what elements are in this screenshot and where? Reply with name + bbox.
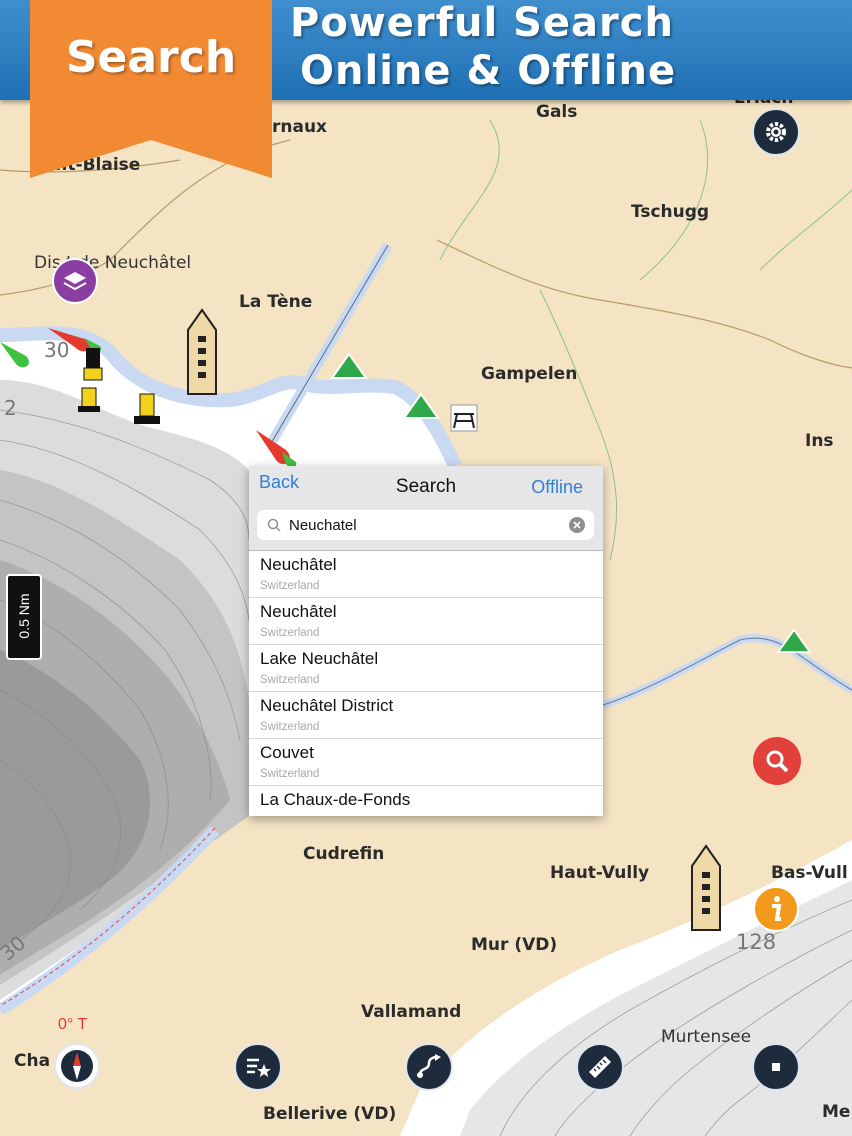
place-gampelen: Gampelen [481, 364, 578, 384]
search-results-list: Neuchâtel Switzerland Neuchâtel Switzerl… [249, 551, 603, 818]
result-country: Switzerland [260, 721, 320, 733]
map-search-button[interactable] [753, 737, 801, 785]
search-result-item[interactable]: Lake Neuchâtel Switzerland [249, 645, 603, 692]
layers-button[interactable] [52, 258, 98, 304]
place-la-tene: La Tène [239, 292, 313, 312]
place-bellerive: Bellerive (VD) [263, 1104, 397, 1124]
place-cornaux: rnaux [272, 117, 328, 137]
search-field[interactable] [257, 510, 594, 540]
compass-heading-label: 0° T [58, 1016, 88, 1033]
buoy-icon[interactable] [0, 338, 40, 374]
search-result-item[interactable]: Neuchâtel Switzerland [249, 598, 603, 645]
clear-icon[interactable] [569, 517, 585, 533]
favorites-button[interactable] [234, 1043, 282, 1091]
beacon-icon[interactable] [78, 348, 108, 416]
gear-icon [766, 122, 786, 142]
search-panel: Back Search Offline Neuchâtel Switzerlan… [249, 466, 603, 816]
stop-button[interactable] [752, 1043, 800, 1091]
campsite-icon[interactable] [402, 390, 440, 420]
scale-label: 0.5 Nm [16, 593, 32, 639]
buoy-icon[interactable] [256, 430, 300, 470]
result-name: Lake Neuchâtel [260, 649, 379, 668]
compass-button[interactable] [54, 1043, 100, 1089]
search-result-item[interactable]: Neuchâtel Switzerland [249, 551, 603, 598]
place-bas-vully: Bas-Vull [771, 863, 848, 883]
place-meyriez: Me [822, 1102, 851, 1122]
layers-icon [63, 272, 87, 291]
search-result-item[interactable]: Couvet Switzerland [249, 739, 603, 786]
place-chabrey: Cha [14, 1051, 51, 1071]
place-haut-vully: Haut-Vully [550, 863, 650, 883]
result-country: Switzerland [260, 580, 320, 592]
picnic-icon[interactable] [450, 404, 478, 432]
place-mur-vd: Mur (VD) [471, 935, 558, 955]
depth-label: 128 [736, 930, 777, 954]
measure-button[interactable] [576, 1043, 624, 1091]
campsite-icon[interactable] [776, 626, 812, 654]
info-icon [772, 896, 782, 921]
result-name: La Chaux-de-Fonds [260, 790, 411, 809]
compass-icon [61, 1050, 93, 1082]
route-icon [417, 1054, 441, 1078]
search-tag-ribbon [30, 0, 272, 178]
campsite-icon[interactable] [330, 350, 368, 380]
lighthouse-icon[interactable] [186, 308, 218, 398]
place-ins: Ins [805, 431, 834, 451]
route-button[interactable] [405, 1043, 453, 1091]
banner-subheadline: Online & Offline [300, 48, 677, 94]
result-name: Neuchâtel [260, 555, 337, 574]
place-gals: Gals [536, 102, 578, 122]
place-murtensee: Murtensee [661, 1027, 752, 1047]
place-cudrefin: Cudrefin [303, 844, 385, 864]
result-name: Couvet [260, 743, 314, 762]
scale-bar: 0.5 Nm [6, 574, 42, 660]
result-country: Switzerland [260, 674, 320, 686]
result-country: Switzerland [260, 627, 320, 639]
ruler-icon [589, 1056, 611, 1078]
place-vallamand: Vallamand [361, 1002, 462, 1022]
stop-icon [772, 1063, 780, 1071]
result-name: Neuchâtel District [260, 696, 394, 715]
settings-button[interactable] [752, 108, 800, 156]
result-country: Switzerland [260, 768, 320, 780]
search-input[interactable] [289, 510, 559, 540]
search-icon [766, 750, 789, 773]
search-header: Back Search Offline [249, 466, 603, 551]
depth-label: 2 [4, 396, 17, 420]
lighthouse-icon[interactable] [690, 844, 722, 934]
beacon-icon[interactable] [132, 392, 162, 428]
result-name: Neuchâtel [260, 602, 337, 621]
banner-headline: Powerful Search [290, 0, 674, 46]
place-tschugg: Tschugg [631, 202, 710, 222]
info-button[interactable] [753, 886, 799, 932]
offline-toggle-button[interactable]: Offline [531, 477, 583, 498]
star-list-icon [247, 1058, 271, 1077]
search-result-item[interactable]: Neuchâtel District Switzerland [249, 692, 603, 739]
search-tag-label: Search [65, 32, 237, 83]
search-icon [267, 518, 281, 532]
search-result-item[interactable]: La Chaux-de-Fonds [249, 786, 603, 818]
